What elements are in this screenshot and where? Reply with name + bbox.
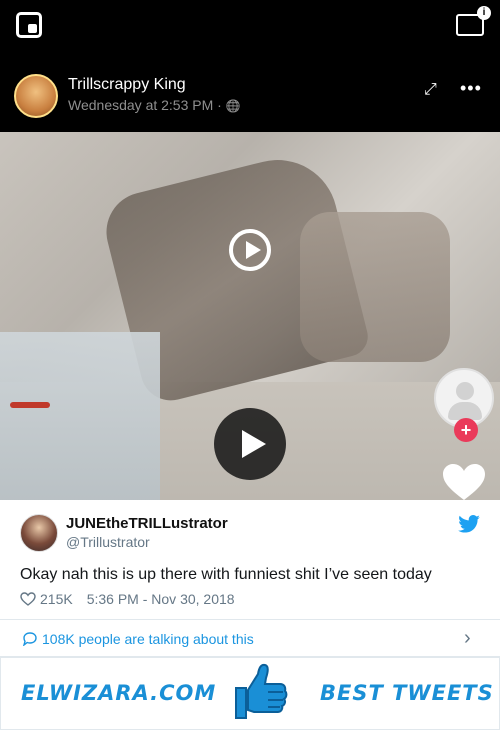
banner-tagline: BEST TWEETS bbox=[320, 681, 494, 705]
tweet-text: Okay nah this is up there with funniest … bbox=[20, 566, 432, 583]
like-count[interactable]: 215K bbox=[40, 591, 73, 607]
comment-icon bbox=[23, 632, 37, 646]
tv-info-badge: i bbox=[477, 6, 491, 20]
scene-red-object bbox=[10, 402, 50, 408]
scene-chair-back bbox=[300, 212, 450, 362]
expand-icon[interactable]: ⤢ bbox=[424, 80, 444, 100]
conversation-link[interactable]: 108K people are talking about this › bbox=[0, 619, 500, 657]
tweet-avatar[interactable] bbox=[20, 514, 58, 552]
thumbs-up-icon bbox=[235, 663, 288, 719]
inner-play-icon bbox=[229, 229, 271, 271]
tweet-author-handle[interactable]: @Trillustrator bbox=[66, 534, 150, 550]
like-icon[interactable] bbox=[20, 592, 36, 606]
heart-icon[interactable] bbox=[441, 462, 487, 500]
chevron-right-icon[interactable]: › bbox=[464, 627, 471, 650]
author-name[interactable]: Trillscrappy King bbox=[68, 76, 186, 94]
follow-plus-icon[interactable]: + bbox=[454, 418, 478, 442]
tweet-timestamp[interactable]: 5:36 PM - Nov 30, 2018 bbox=[87, 591, 235, 607]
twitter-bird-icon[interactable] bbox=[458, 515, 480, 533]
picture-in-picture-icon[interactable] bbox=[16, 12, 42, 38]
more-icon[interactable]: ••• bbox=[460, 78, 482, 99]
post-meta: Wednesday at 2:53 PM · 🌐 bbox=[68, 97, 241, 113]
site-brand[interactable]: ELWIZARA.COM bbox=[21, 681, 216, 705]
tweet-footer: 215K 5:36 PM - Nov 30, 2018 bbox=[20, 591, 235, 607]
author-avatar[interactable] bbox=[14, 74, 58, 118]
conversation-count[interactable]: 108K people are talking about this bbox=[42, 631, 254, 647]
tweet-author-name[interactable]: JUNEtheTRILLustrator bbox=[66, 515, 228, 532]
post-time: Wednesday at 2:53 PM · bbox=[68, 97, 226, 113]
scene-box bbox=[0, 332, 160, 500]
video-player[interactable]: i Trillscrappy King Wednesday at 2:53 PM… bbox=[0, 0, 500, 500]
play-button[interactable] bbox=[214, 408, 286, 480]
embed-root: i Trillscrappy King Wednesday at 2:53 PM… bbox=[0, 0, 500, 730]
globe-icon: 🌐 bbox=[225, 99, 241, 113]
